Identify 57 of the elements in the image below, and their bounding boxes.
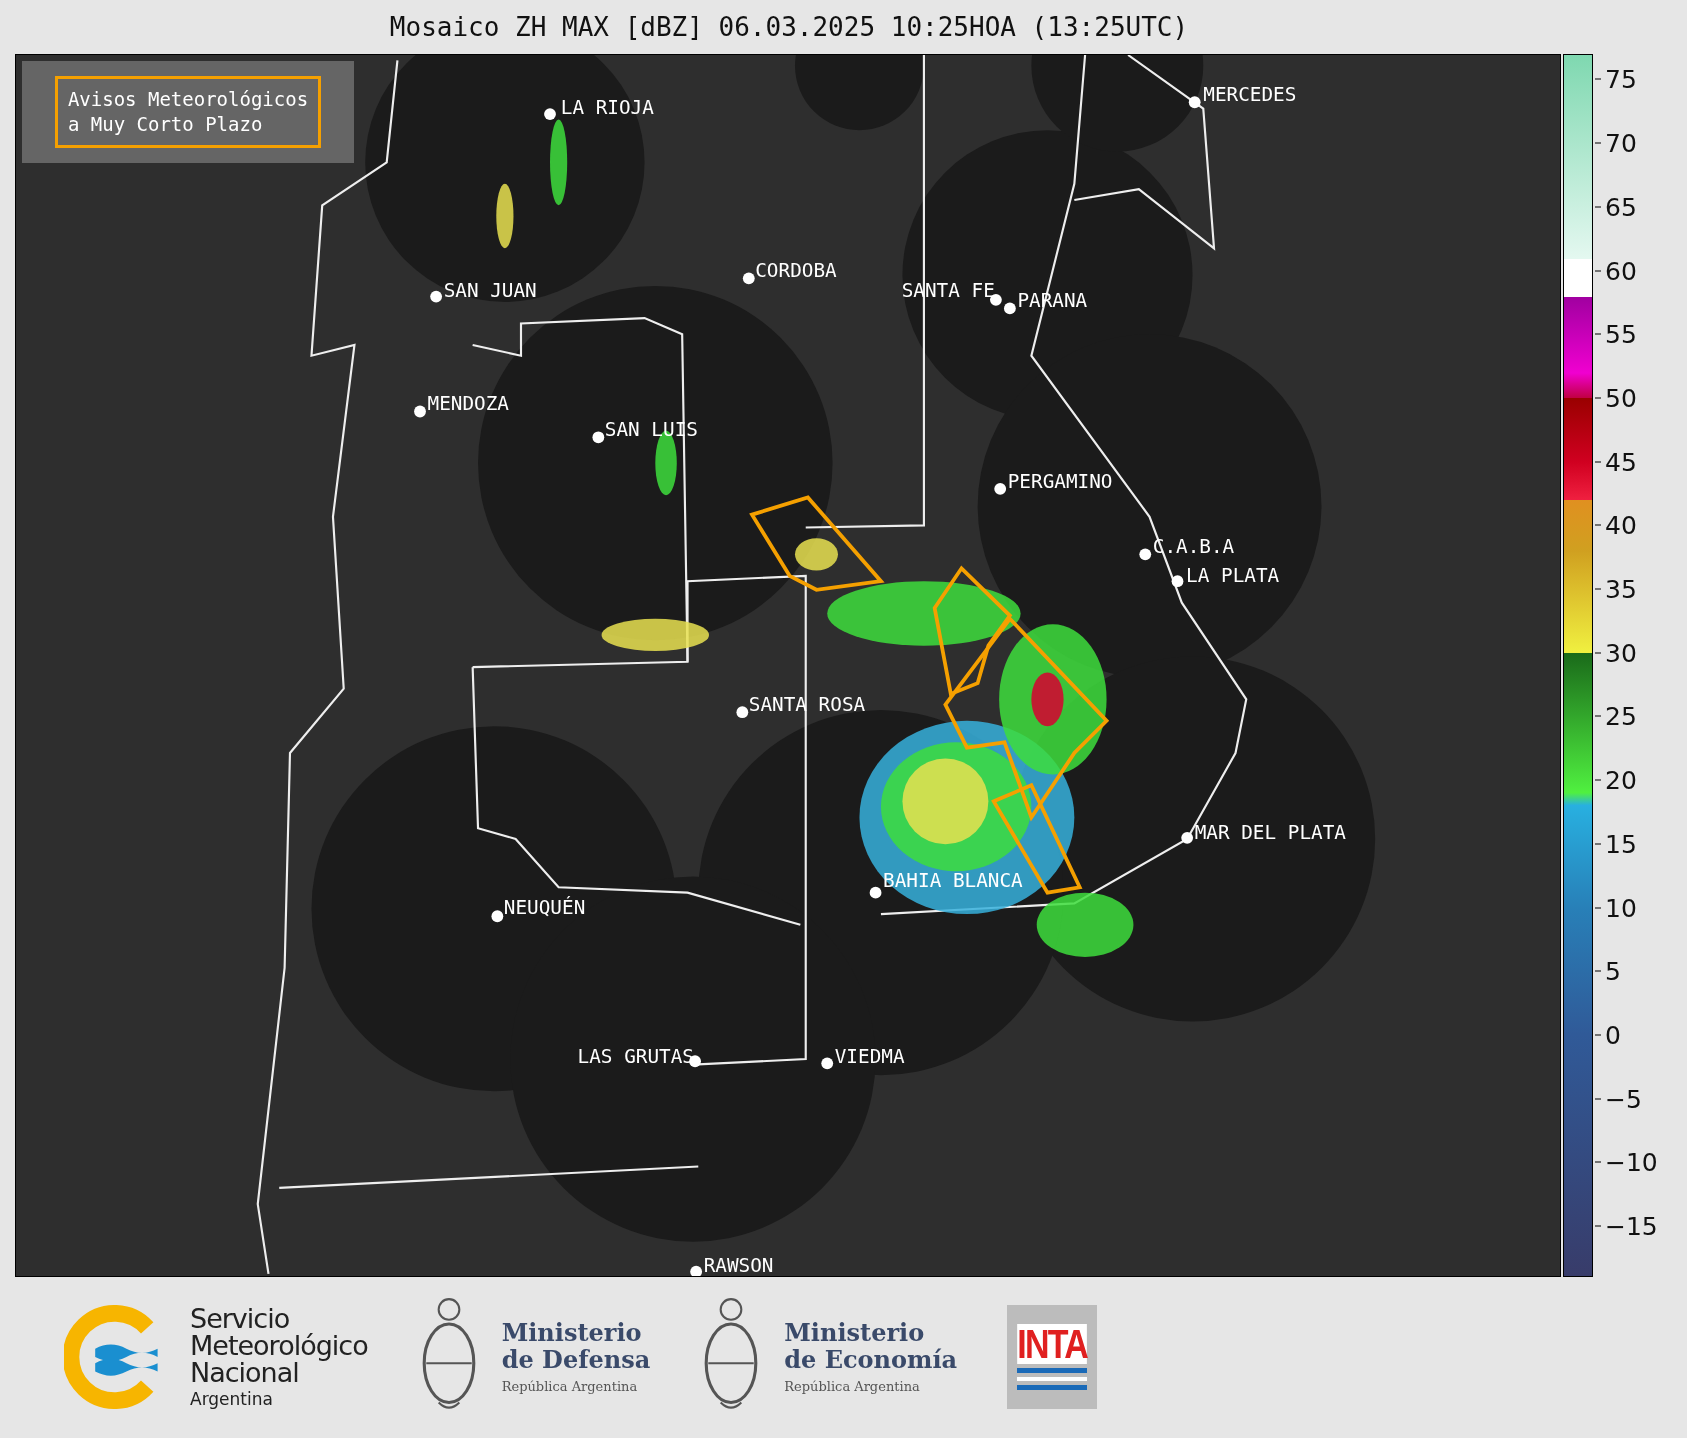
scale-tick-label: 65 [1605,192,1637,222]
city-label: VIEDMA [834,1045,905,1069]
city-label: NEUQUÉN [503,896,586,920]
city-marker [544,108,556,120]
scale-tick-label: 15 [1605,829,1637,859]
city-marker [1171,575,1184,588]
scale-tick-label: −5 [1605,1084,1642,1114]
scale-tick-label: 35 [1605,574,1637,604]
scale-tick-label: 20 [1605,765,1637,795]
chart-title: Mosaico ZH MAX [dBZ] 06.03.2025 10:25HOA (13:25UTC) [388,11,1190,44]
city-marker [821,1057,834,1070]
scale-tick-label: 60 [1605,256,1637,286]
scale-tick-label: −15 [1605,1211,1658,1241]
scale-tick-label: 70 [1605,128,1637,158]
city-marker [491,910,504,923]
city-label: MERCEDES [1203,83,1297,107]
city-label: LAS GRUTAS [577,1045,694,1069]
scale-tick-label: 45 [1605,447,1637,477]
ministry-name: Ministerio de Defensa [501,1320,651,1373]
scale-tick-label: 5 [1605,956,1621,986]
city-marker [592,431,605,444]
scale-tick-label: 50 [1605,383,1637,413]
scale-tick-label: 25 [1605,702,1637,731]
city-marker [869,886,882,899]
city-label: LA RIOJA [560,96,654,120]
city-marker [414,405,426,418]
city-marker [430,290,442,303]
scale-tick-label: 10 [1605,893,1637,923]
city-marker [994,482,1007,495]
city-marker [1139,548,1152,561]
agency-country: Argentina [190,1389,274,1409]
scale-tick-label: 40 [1605,510,1637,540]
ministry-country: República Argentina [784,1378,921,1394]
city-label: CORDOBA [755,259,837,283]
agency-name: Servicio Meteorológico Nacional [190,1305,368,1386]
ministry-name: Ministerio de Economía [784,1320,958,1373]
city-marker [1181,831,1194,844]
scale-tick-label: 75 [1605,64,1637,94]
scale-tick-label: −10 [1605,1147,1658,1177]
city-marker [742,272,755,285]
city-marker [1003,302,1016,315]
city-marker [1188,96,1201,109]
city-label: RAWSON [703,1253,774,1276]
scale-tick-label: 55 [1605,319,1637,349]
ministry-country: República Argentina [501,1378,639,1394]
city-marker [736,706,749,719]
city-label: PERGAMINO [1007,469,1113,493]
city-label: BAHIA BLANCA [883,869,1023,893]
city-label: MENDOZA [427,392,509,416]
city-label: LA PLATA [1186,564,1280,588]
city-label: SAN JUAN [443,278,537,302]
city-label: MAR DEL PLATA [1194,820,1346,844]
scale-tick-label: 30 [1605,638,1637,668]
inta-logo: INTA [1007,1305,1098,1409]
legend-label: Avisos Meteorológicos a Muy Corto Plazo [54,76,322,148]
city-marker [690,1265,703,1276]
scale-tick-label: 0 [1605,1020,1621,1050]
